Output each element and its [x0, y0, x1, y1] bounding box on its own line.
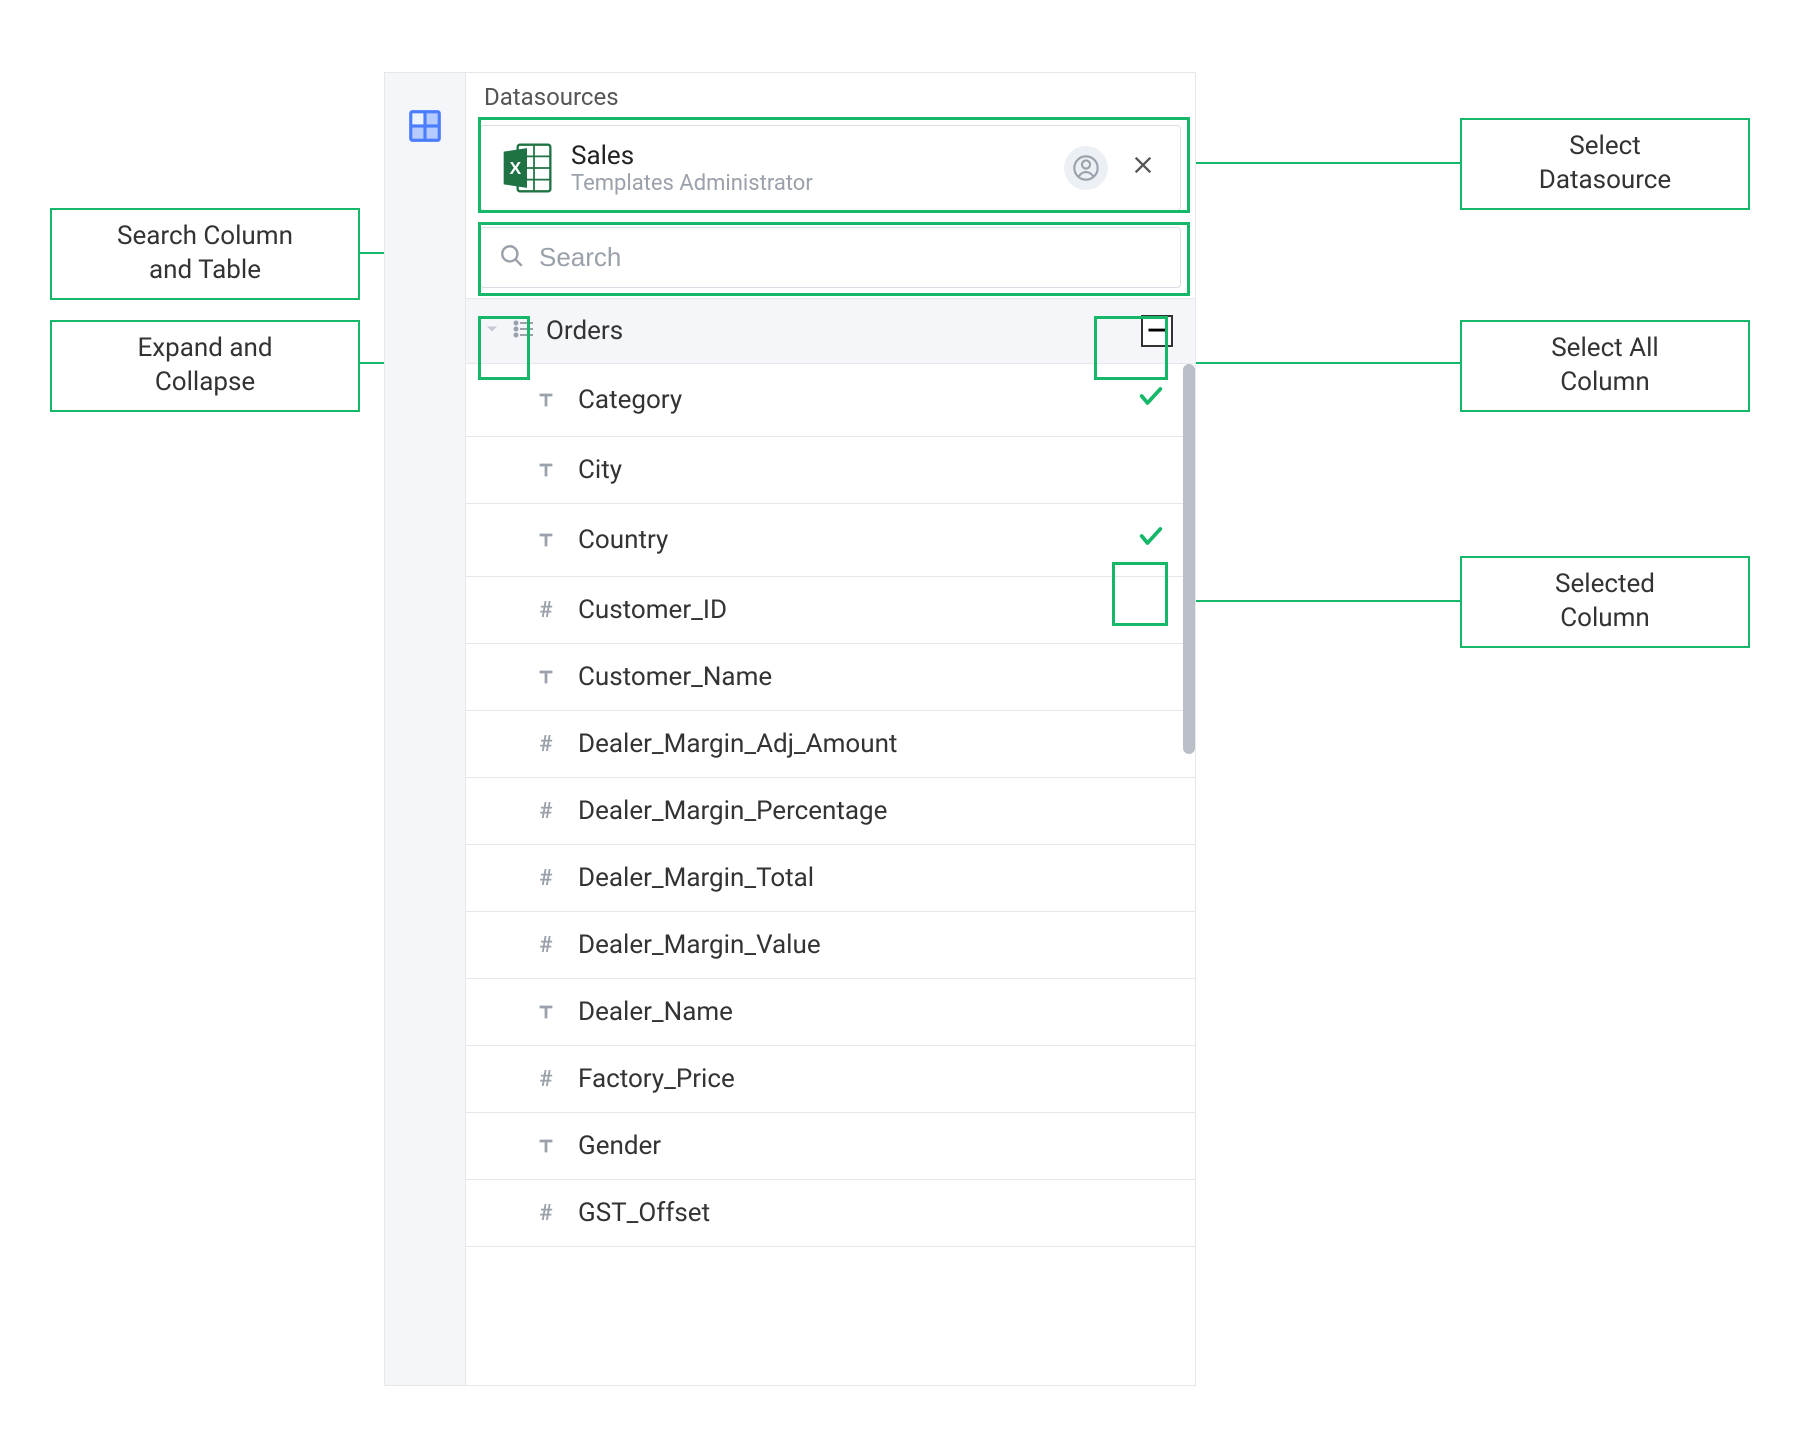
column-row[interactable]: Country — [466, 504, 1195, 577]
table-name: Orders — [546, 316, 1131, 346]
annotation-expand: Expand and Collapse — [50, 320, 360, 412]
datasource-subtitle: Templates Administrator — [571, 171, 1048, 196]
table-view-icon[interactable] — [402, 103, 448, 149]
column-row[interactable]: City — [466, 437, 1195, 504]
section-header: Datasources — [466, 73, 1195, 119]
text-type-icon — [532, 666, 560, 688]
table-header-row[interactable]: Orders — — [466, 298, 1195, 364]
column-name: Dealer_Name — [578, 997, 1165, 1027]
column-row[interactable]: Dealer_Name — [466, 979, 1195, 1046]
column-name: Dealer_Margin_Adj_Amount — [578, 729, 1165, 759]
column-name: Factory_Price — [578, 1064, 1165, 1094]
annotation-select-all-column: Select All Column — [1460, 320, 1750, 412]
column-name: Customer_Name — [578, 662, 1165, 692]
column-name: City — [578, 455, 1165, 485]
text-type-icon — [532, 389, 560, 411]
select-all-checkbox[interactable]: — — [1141, 315, 1173, 347]
annotation-search: Search Column and Table — [50, 208, 360, 300]
check-icon[interactable] — [1137, 382, 1165, 418]
column-name: Dealer_Margin_Value — [578, 930, 1165, 960]
check-icon[interactable] — [1137, 522, 1165, 558]
column-name: Dealer_Margin_Percentage — [578, 796, 1165, 826]
column-row[interactable]: # Factory_Price — [466, 1046, 1195, 1113]
chevron-down-icon[interactable] — [482, 319, 502, 343]
text-type-icon — [532, 529, 560, 551]
column-row[interactable]: # Dealer_Margin_Adj_Amount — [466, 711, 1195, 778]
number-type-icon: # — [532, 1067, 560, 1092]
column-row[interactable]: Customer_Name — [466, 644, 1195, 711]
text-type-icon — [532, 1135, 560, 1157]
annotation-text: Select All Column — [1551, 333, 1659, 397]
scrollbar-thumb[interactable] — [1183, 364, 1195, 754]
column-row[interactable]: Gender — [466, 1113, 1195, 1180]
number-type-icon: # — [532, 732, 560, 757]
column-name: Category — [578, 385, 1119, 415]
annotation-text: Select Datasource — [1539, 131, 1671, 195]
datasource-text: Sales Templates Administrator — [571, 141, 1048, 196]
text-type-icon — [532, 1001, 560, 1023]
column-name: Country — [578, 525, 1119, 555]
datasource-card[interactable]: X Sales Templates Administrator — [480, 125, 1181, 211]
column-name: Customer_ID — [578, 595, 1165, 625]
main-content: Datasources X Sales Templates Administra… — [465, 73, 1195, 1385]
annotation-text: Expand and Collapse — [137, 333, 272, 397]
column-row[interactable]: # Dealer_Margin_Total — [466, 845, 1195, 912]
datasource-name: Sales — [571, 141, 1048, 171]
search-input[interactable] — [539, 242, 1162, 273]
column-row[interactable]: Category — [466, 364, 1195, 437]
columns-list[interactable]: Category City Country # Customer_ID Customer_… — [466, 364, 1195, 1385]
left-rail — [385, 73, 465, 1385]
search-box[interactable] — [480, 227, 1181, 288]
annotation-selected-column: Selected Column — [1460, 556, 1750, 648]
column-row[interactable]: # GST_Offset — [466, 1180, 1195, 1247]
number-type-icon: # — [532, 866, 560, 891]
number-type-icon: # — [532, 799, 560, 824]
close-icon[interactable] — [1124, 153, 1162, 183]
list-icon — [512, 317, 536, 345]
column-row[interactable]: # Dealer_Margin_Value — [466, 912, 1195, 979]
annotation-text: Selected Column — [1555, 569, 1655, 633]
excel-icon: X — [499, 140, 555, 196]
text-type-icon — [532, 459, 560, 481]
column-row[interactable]: # Dealer_Margin_Percentage — [466, 778, 1195, 845]
search-icon — [499, 243, 525, 273]
svg-text:X: X — [509, 158, 521, 178]
annotation-text: Search Column and Table — [117, 221, 293, 285]
user-icon[interactable] — [1064, 146, 1108, 190]
annotation-select-datasource: Select Datasource — [1460, 118, 1750, 210]
column-name: Dealer_Margin_Total — [578, 863, 1165, 893]
tristate-glyph: — — [1147, 316, 1167, 346]
column-name: Gender — [578, 1131, 1165, 1161]
column-name: GST_Offset — [578, 1198, 1165, 1228]
number-type-icon: # — [532, 933, 560, 958]
number-type-icon: # — [532, 1201, 560, 1226]
column-row[interactable]: # Customer_ID — [466, 577, 1195, 644]
datasource-panel: Datasources X Sales Templates Administra… — [384, 72, 1196, 1386]
number-type-icon: # — [532, 598, 560, 623]
